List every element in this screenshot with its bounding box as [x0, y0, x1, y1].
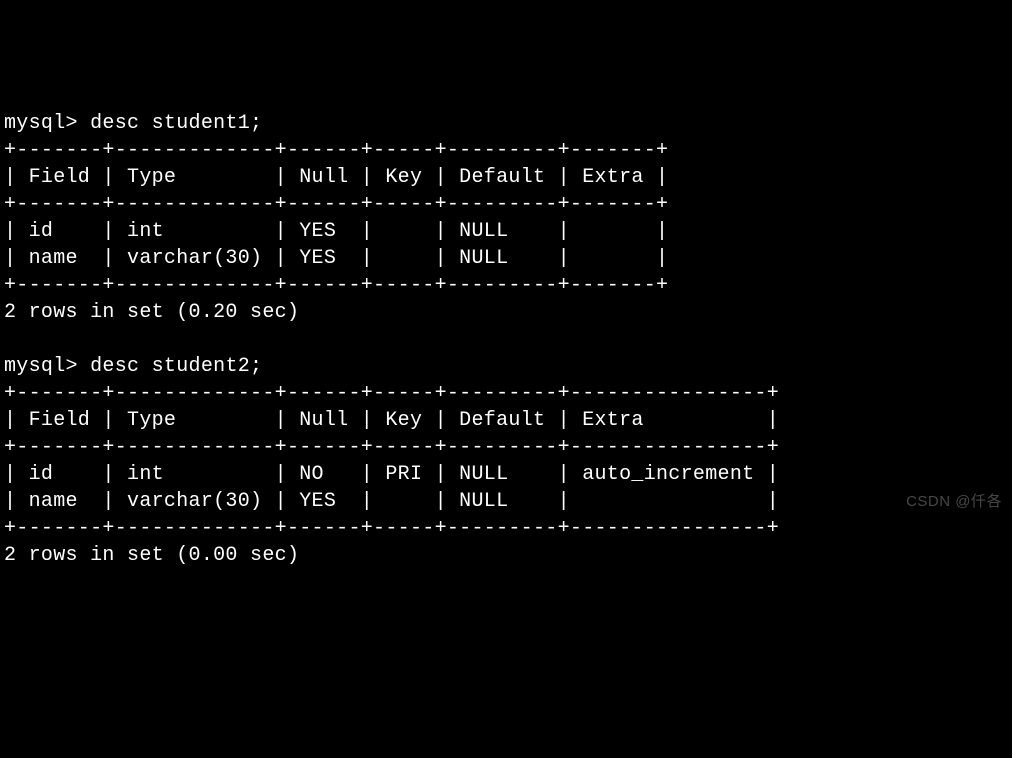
table2-border-top: +-------+-------------+------+-----+----…	[4, 382, 779, 405]
prompt: mysql>	[4, 355, 78, 378]
table1-row: | name | varchar(30) | YES | | NULL | |	[4, 247, 668, 270]
command-1: desc student1;	[90, 112, 262, 135]
table1-border-mid: +-------+-------------+------+-----+----…	[4, 193, 668, 216]
table2-row: | id | int | NO | PRI | NULL | auto_incr…	[4, 463, 779, 486]
table2-border-mid: +-------+-------------+------+-----+----…	[4, 436, 779, 459]
prompt: mysql>	[4, 112, 78, 135]
terminal-output: mysql> desc student1; +-------+---------…	[4, 110, 1008, 569]
table1-row: | id | int | YES | | NULL | |	[4, 220, 668, 243]
status-1: 2 rows in set (0.20 sec)	[4, 301, 299, 324]
table2-header: | Field | Type | Null | Key | Default | …	[4, 409, 779, 432]
table2-border-bot: +-------+-------------+------+-----+----…	[4, 517, 779, 540]
table1-border-bot: +-------+-------------+------+-----+----…	[4, 274, 668, 297]
command-2: desc student2;	[90, 355, 262, 378]
watermark: CSDN @仟各	[906, 492, 1002, 512]
table1-header: | Field | Type | Null | Key | Default | …	[4, 166, 668, 189]
table2-row: | name | varchar(30) | YES | | NULL | |	[4, 490, 779, 513]
table1-border-top: +-------+-------------+------+-----+----…	[4, 139, 668, 162]
status-2: 2 rows in set (0.00 sec)	[4, 544, 299, 567]
